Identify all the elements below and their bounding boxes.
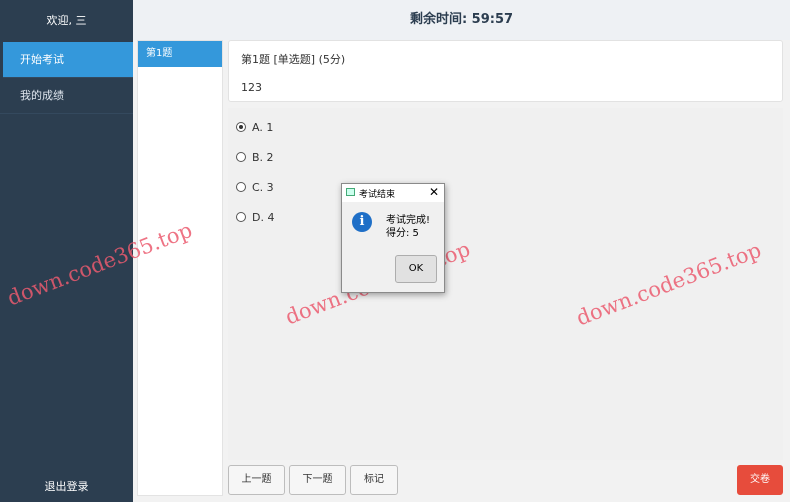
info-icon: i: [352, 212, 372, 232]
sidebar-item-start-exam[interactable]: 开始考试: [3, 42, 133, 78]
radio-icon[interactable]: [236, 182, 246, 192]
remaining-time: 剩余时间: 59:57: [409, 12, 514, 27]
app-window-icon: [346, 188, 355, 196]
option-d[interactable]: D. 4: [236, 208, 274, 226]
prev-question-button[interactable]: 上一题: [228, 465, 285, 495]
option-c[interactable]: C. 3: [236, 178, 274, 196]
dialog-message: 考试完成! 得分: 5: [386, 214, 430, 240]
radio-icon-checked[interactable]: [236, 122, 246, 132]
sidebar: 欢迎, 三 开始考试 我的成绩 退出登录: [0, 0, 133, 502]
option-label: B. 2: [252, 150, 274, 164]
question-card: 第1题 [单选题] (5分) 123: [228, 40, 783, 102]
dialog-score-line: 得分: 5: [386, 228, 419, 239]
option-label: D. 4: [252, 210, 275, 224]
radio-icon[interactable]: [236, 152, 246, 162]
next-question-button[interactable]: 下一题: [289, 465, 346, 495]
dialog-titlebar: 考试结束 ✕: [342, 184, 444, 202]
option-label: C. 3: [252, 180, 274, 194]
option-a[interactable]: A. 1: [236, 118, 273, 136]
question-nav-item-1[interactable]: 第1题: [138, 41, 222, 67]
submit-exam-button[interactable]: 交卷: [737, 465, 783, 495]
question-content: 123: [241, 81, 262, 94]
exam-finished-dialog: 考试结束 ✕ i 考试完成! 得分: 5 OK: [341, 183, 445, 293]
dialog-body: i 考试完成! 得分: 5 OK: [342, 202, 444, 294]
question-navigator: 第1题: [137, 40, 223, 496]
option-label: A. 1: [252, 120, 274, 134]
option-b[interactable]: B. 2: [236, 148, 274, 166]
ok-button[interactable]: OK: [395, 255, 437, 283]
dialog-title: 考试结束: [359, 190, 396, 200]
welcome-text: 欢迎, 三: [46, 14, 87, 27]
dialog-message-line: 考试完成!: [386, 215, 431, 226]
radio-icon[interactable]: [236, 212, 246, 222]
mark-button[interactable]: 标记: [350, 465, 398, 495]
close-icon[interactable]: ✕: [429, 185, 439, 199]
options-panel: A. 1 B. 2 C. 3 D. 4: [228, 108, 783, 460]
question-title: 第1题 [单选题] (5分): [241, 53, 346, 66]
sidebar-item-my-scores[interactable]: 我的成绩: [0, 78, 133, 114]
logout-link[interactable]: 退出登录: [0, 478, 133, 494]
timer-bar: 剩余时间: 59:57: [133, 0, 790, 40]
